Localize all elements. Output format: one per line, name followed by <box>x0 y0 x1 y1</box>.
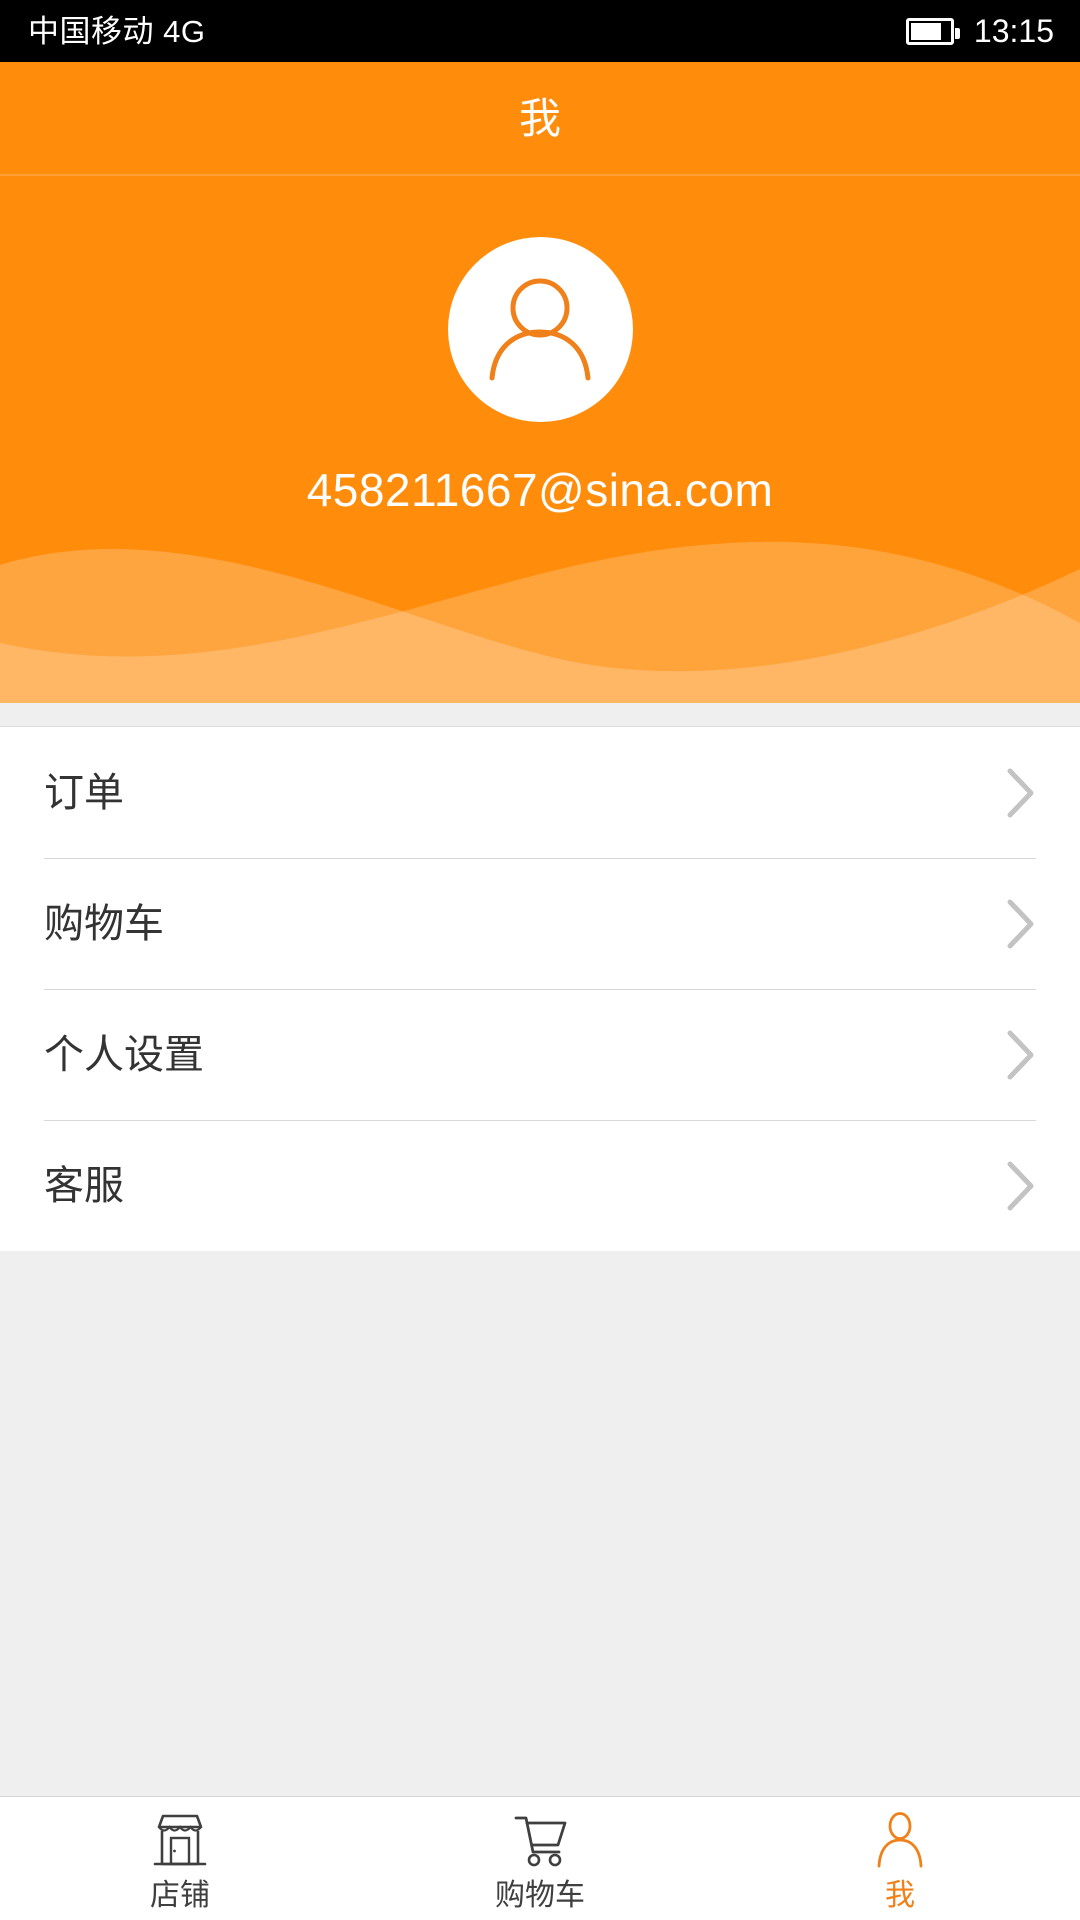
app-root: 中国移动 4G 13:15 我 458211667@sina.com 订单 购物… <box>0 0 1080 1920</box>
store-icon <box>149 1807 211 1869</box>
bottom-tab-bar: 店铺 购物车 我 <box>0 1796 1080 1920</box>
user-email: 458211667@sina.com <box>306 464 774 516</box>
chevron-right-icon <box>1006 1029 1036 1081</box>
tab-label: 购物车 <box>495 1878 585 1912</box>
tab-cart[interactable]: 购物车 <box>360 1797 720 1920</box>
status-bar: 中国移动 4G 13:15 <box>0 0 1080 62</box>
avatar[interactable] <box>447 237 633 422</box>
chevron-right-icon <box>1006 767 1036 819</box>
menu-item-label: 购物车 <box>44 901 164 946</box>
menu-list: 订单 购物车 个人设置 客服 <box>0 727 1080 1251</box>
menu-item-label: 个人设置 <box>44 1032 204 1077</box>
page-title: 我 <box>518 95 561 142</box>
user-avatar-icon <box>489 278 591 380</box>
tab-store[interactable]: 店铺 <box>0 1797 360 1920</box>
battery-icon <box>905 17 960 45</box>
menu-item-label: 客服 <box>44 1163 124 1208</box>
carrier-label: 中国移动 4G <box>28 13 206 49</box>
profile-section: 458211667@sina.com <box>0 176 1080 703</box>
cart-icon <box>509 1807 571 1869</box>
menu-item-customer-service[interactable]: 客服 <box>0 1120 1080 1251</box>
menu-item-cart[interactable]: 购物车 <box>0 858 1080 989</box>
menu-item-personal-settings[interactable]: 个人设置 <box>0 989 1080 1120</box>
section-gap <box>0 703 1080 727</box>
chevron-right-icon <box>1006 1160 1036 1212</box>
tab-me[interactable]: 我 <box>720 1797 1080 1920</box>
empty-content-area <box>0 1251 1080 1796</box>
menu-item-label: 订单 <box>44 770 124 815</box>
tab-label: 店铺 <box>150 1878 210 1912</box>
person-icon <box>869 1807 931 1869</box>
menu-item-orders[interactable]: 订单 <box>0 727 1080 858</box>
clock-label: 13:15 <box>973 13 1054 49</box>
page-header: 我 <box>0 62 1080 176</box>
chevron-right-icon <box>1006 898 1036 950</box>
status-bar-right: 13:15 <box>905 13 1054 49</box>
tab-label: 我 <box>885 1878 915 1912</box>
